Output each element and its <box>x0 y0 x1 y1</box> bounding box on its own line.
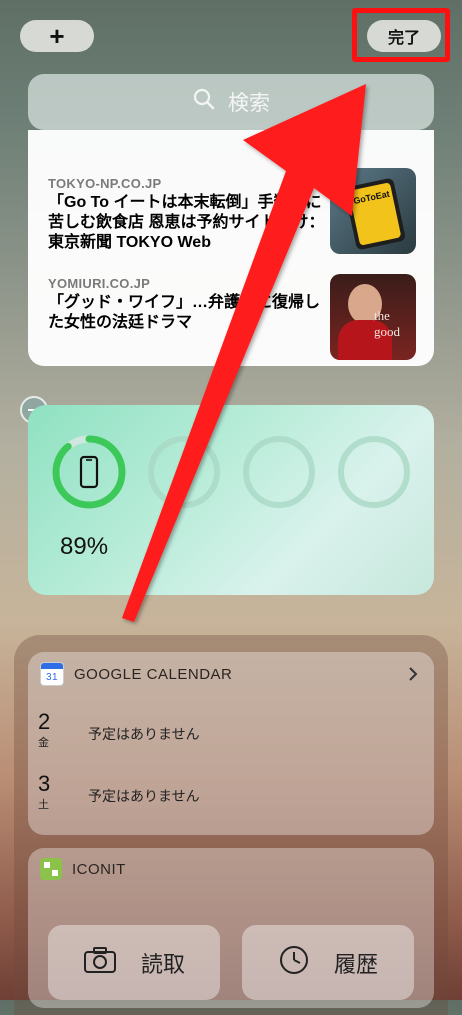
calendar-event-text: 予定はありません <box>88 726 200 742</box>
history-label: 履歴 <box>333 951 378 977</box>
calendar-widget[interactable]: 31 GOOGLE CALENDAR 2 金 予定はありません 3 土 予定はあ… <box>28 652 434 835</box>
calendar-title: GOOGLE CALENDAR <box>74 665 233 683</box>
add-widget-label: + <box>49 20 65 51</box>
news-thumbnail[interactable]: the good <box>330 274 416 360</box>
battery-ring-empty <box>338 436 410 508</box>
scan-label: 読取 <box>140 951 185 977</box>
battery-ring-empty <box>148 436 220 508</box>
done-highlight-box <box>352 8 450 62</box>
news-item[interactable]: TOKYO-NP.CO.JP 「Go To イートは本末転倒」手数料に苦しむ飲食… <box>48 176 328 253</box>
battery-percent: 89% <box>60 533 109 560</box>
add-widget-button[interactable]: + <box>20 20 94 52</box>
clock-icon <box>278 944 310 982</box>
chevron-right-icon[interactable] <box>408 666 418 687</box>
search-icon <box>192 87 216 117</box>
calendar-weekday: 土 <box>38 799 49 811</box>
calendar-event-text: 予定はありません <box>88 788 200 804</box>
qr-icon <box>40 858 62 880</box>
news-title: 「グッド・ワイフ」…弁護士に復帰した女性の法廷ドラマ <box>48 294 321 331</box>
news-widget: TOKYO-NP.CO.JP 「Go To イートは本末転倒」手数料に苦しむ飲食… <box>28 130 434 366</box>
search-placeholder: 検索 <box>228 92 270 115</box>
calendar-date: 2 <box>38 709 51 734</box>
news-source: TOKYO-NP.CO.JP <box>48 176 162 191</box>
calendar-icon-text: 31 <box>45 672 59 683</box>
camera-icon <box>83 946 117 980</box>
news-source: YOMIURI.CO.JP <box>48 276 151 291</box>
battery-widget: 89% <box>28 405 434 595</box>
search-bar[interactable]: 検索 <box>28 74 434 130</box>
scan-button[interactable]: 読取 <box>48 925 220 1000</box>
calendar-day-row[interactable]: 3 土 予定はありません <box>38 771 200 812</box>
calendar-weekday: 金 <box>38 737 49 749</box>
phone-icon <box>79 455 99 489</box>
calendar-date: 3 <box>38 771 51 796</box>
iconit-header: ICONIT <box>40 858 126 880</box>
battery-ring-phone <box>52 435 126 509</box>
calendar-day-row[interactable]: 2 金 予定はありません <box>38 709 200 750</box>
news-title: 「Go To イートは本末転倒」手数料に苦しむ飲食店 恩恵は予約サイトだけ：東京… <box>48 194 325 251</box>
calendar-icon: 31 <box>40 662 64 686</box>
news-item[interactable]: YOMIURI.CO.JP 「グッド・ワイフ」…弁護士に復帰した女性の法廷ドラマ <box>48 276 328 333</box>
thumbnail-text: the good <box>374 308 400 339</box>
history-button[interactable]: 履歴 <box>242 925 414 1000</box>
news-thumbnail[interactable]: GoToEat <box>330 168 416 254</box>
battery-ring-empty <box>243 436 315 508</box>
calendar-header: 31 GOOGLE CALENDAR <box>40 662 232 686</box>
iconit-title: ICONIT <box>72 860 126 878</box>
